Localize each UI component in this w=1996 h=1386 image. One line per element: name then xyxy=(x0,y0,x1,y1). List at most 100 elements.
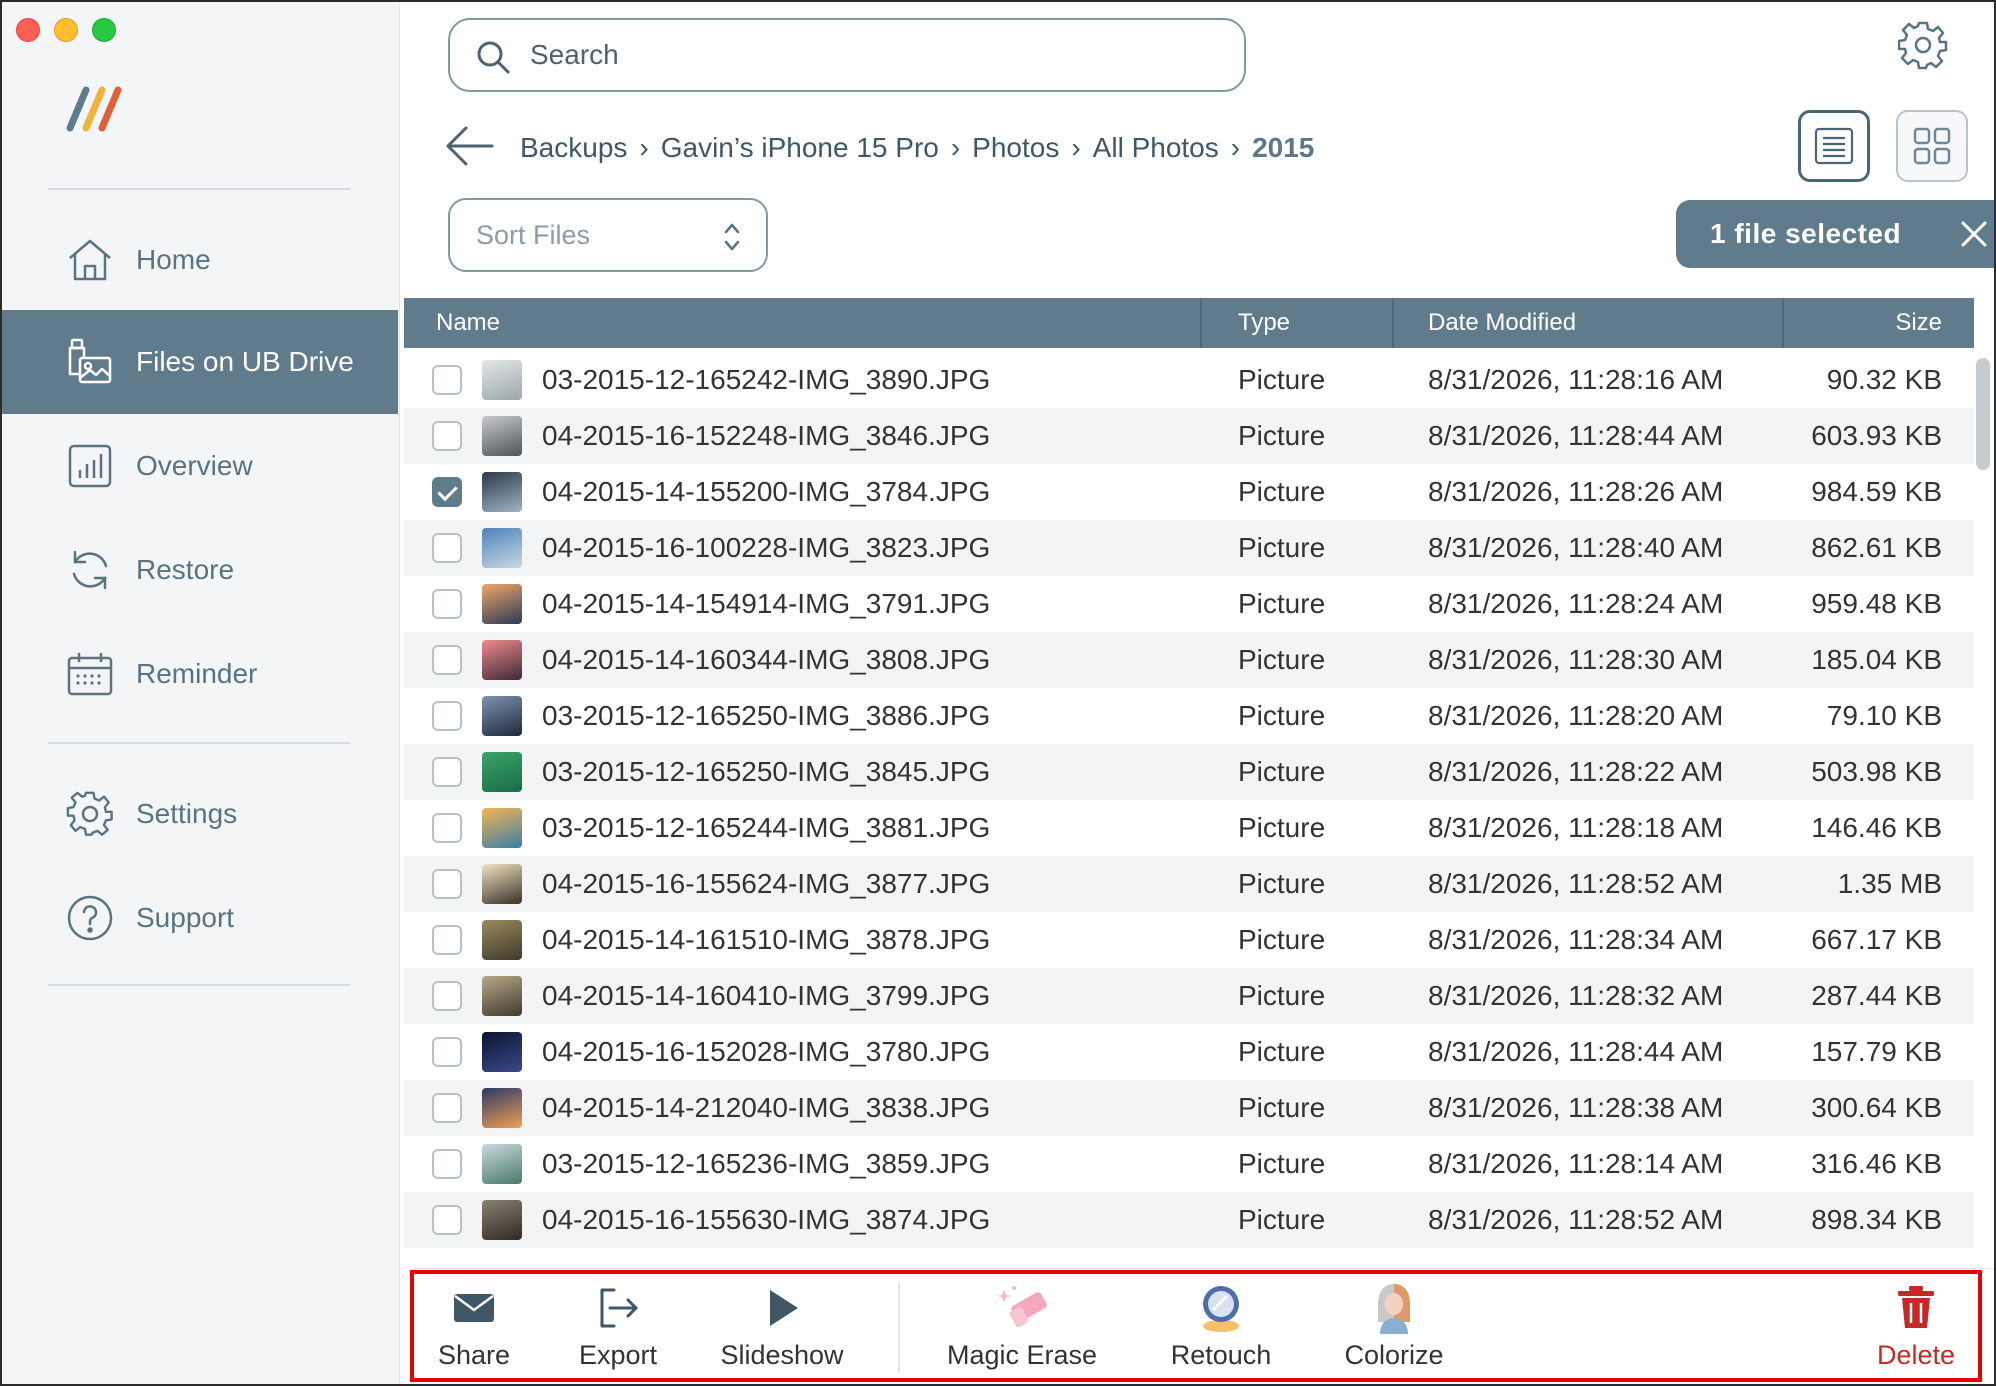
table-row[interactable]: 03-2015-12-165244-IMG_3881.JPG Picture 8/3… xyxy=(404,800,1974,856)
row-checkbox[interactable] xyxy=(432,1149,462,1179)
file-name: 04-2015-14-160410-IMG_3799.JPG xyxy=(542,980,991,1011)
window-controls xyxy=(16,18,116,42)
photo-thumbnail xyxy=(482,416,522,456)
row-checkbox[interactable] xyxy=(432,1205,462,1235)
file-type: Picture xyxy=(1238,1092,1326,1123)
file-name: 03-2015-12-165250-IMG_3886.JPG xyxy=(542,700,991,731)
share-label: Share xyxy=(437,1340,511,1370)
row-checkbox[interactable] xyxy=(432,981,462,1011)
file-size: 79.10 KB xyxy=(1826,700,1942,731)
breadcrumb-item-all-photos[interactable]: All Photos xyxy=(1093,132,1219,164)
table-row[interactable]: 04-2015-16-152248-IMG_3846.JPG Picture 8/3… xyxy=(404,408,1974,464)
clear-selection-close-icon[interactable] xyxy=(1960,220,1988,248)
sidebar-item-support[interactable]: Support xyxy=(2,866,398,970)
export-button[interactable]: Export xyxy=(570,1274,666,1378)
sidebar-item-settings[interactable]: Settings xyxy=(2,762,398,866)
sidebar-item-files-on-ub-drive[interactable]: Files on UB Drive xyxy=(2,310,398,414)
delete-label: Delete xyxy=(1876,1340,1956,1370)
list-icon xyxy=(1814,127,1854,165)
table-row[interactable]: 04-2015-16-152028-IMG_3780.JPG Picture 8/3… xyxy=(404,1024,1974,1080)
file-date-modified: 8/31/2026, 11:28:44 AM xyxy=(1428,1036,1724,1067)
photo-thumbnail xyxy=(482,1032,522,1072)
file-date-modified: 8/31/2026, 11:28:30 AM xyxy=(1428,644,1724,675)
colorize-label: Colorize xyxy=(1344,1340,1444,1370)
slideshow-button[interactable]: Slideshow xyxy=(714,1274,850,1378)
table-row[interactable]: 04-2015-16-100228-IMG_3823.JPG Picture 8/3… xyxy=(404,520,1974,576)
row-checkbox[interactable] xyxy=(432,421,462,451)
file-type: Picture xyxy=(1238,812,1326,843)
sidebar-item-overview[interactable]: Overview xyxy=(2,414,398,518)
drive-photos-icon xyxy=(68,338,112,384)
row-checkbox[interactable] xyxy=(432,477,462,507)
file-date-modified: 8/31/2026, 11:28:20 AM xyxy=(1428,700,1724,731)
close-window-button[interactable] xyxy=(16,18,40,42)
table-row[interactable]: 04-2015-16-155624-IMG_3877.JPG Picture 8/3… xyxy=(404,856,1974,912)
search-box[interactable] xyxy=(448,18,1246,92)
delete-button[interactable]: Delete xyxy=(1870,1274,1962,1378)
file-type: Picture xyxy=(1238,364,1326,395)
row-checkbox[interactable] xyxy=(432,701,462,731)
column-header-type[interactable]: Type xyxy=(1238,298,1290,348)
breadcrumb-item-photos[interactable]: Photos xyxy=(972,132,1059,164)
settings-gear-icon[interactable] xyxy=(1898,20,1948,70)
table-row[interactable]: 04-2015-14-160410-IMG_3799.JPG Picture 8/3… xyxy=(404,968,1974,1024)
search-input[interactable] xyxy=(530,39,1244,71)
photo-thumbnail xyxy=(482,1200,522,1240)
row-checkbox[interactable] xyxy=(432,365,462,395)
zoom-window-button[interactable] xyxy=(92,18,116,42)
table-row[interactable]: 03-2015-12-165250-IMG_3845.JPG Picture 8/3… xyxy=(404,744,1974,800)
colorize-button[interactable]: Colorize xyxy=(1336,1274,1452,1378)
chevron-up-down-icon xyxy=(724,223,740,251)
share-button[interactable]: Share xyxy=(432,1274,516,1378)
column-header-name[interactable]: Name xyxy=(436,298,500,348)
list-view-button[interactable] xyxy=(1798,110,1870,182)
file-size: 898.34 KB xyxy=(1811,1204,1942,1235)
table-row[interactable]: 03-2015-12-165236-IMG_3859.JPG Picture 8/3… xyxy=(404,1136,1974,1192)
file-date-modified: 8/31/2026, 11:28:18 AM xyxy=(1428,812,1724,843)
row-checkbox[interactable] xyxy=(432,757,462,787)
column-header-date-modified[interactable]: Date Modified xyxy=(1428,298,1576,348)
row-checkbox[interactable] xyxy=(432,1093,462,1123)
magic-erase-button[interactable]: Magic Erase xyxy=(940,1274,1104,1378)
app-logo xyxy=(66,86,122,132)
table-row[interactable]: 03-2015-12-165242-IMG_3890.JPG Picture 8/3… xyxy=(404,352,1974,408)
trash-icon xyxy=(1898,1286,1934,1328)
table-scrollbar-thumb[interactable] xyxy=(1976,358,1990,470)
row-checkbox[interactable] xyxy=(432,533,462,563)
row-checkbox[interactable] xyxy=(432,925,462,955)
row-checkbox[interactable] xyxy=(432,1037,462,1067)
gear-icon xyxy=(66,791,113,836)
table-row[interactable]: 03-2015-12-165250-IMG_3886.JPG Picture 8/3… xyxy=(404,688,1974,744)
file-name: 04-2015-16-155630-IMG_3874.JPG xyxy=(542,1204,991,1235)
table-row[interactable]: 04-2015-16-155630-IMG_3874.JPG Picture 8/3… xyxy=(404,1192,1974,1248)
file-name: 04-2015-16-100228-IMG_3823.JPG xyxy=(542,532,991,563)
main-panel: Backups › Gavin’s iPhone 15 Pro › Photos… xyxy=(400,2,1994,1384)
back-arrow-icon[interactable] xyxy=(444,124,496,168)
minimize-window-button[interactable] xyxy=(54,18,78,42)
breadcrumb-item-backups[interactable]: Backups xyxy=(520,132,627,164)
table-row[interactable]: 04-2015-14-161510-IMG_3878.JPG Picture 8/3… xyxy=(404,912,1974,968)
table-row[interactable]: 04-2015-14-212040-IMG_3838.JPG Picture 8/3… xyxy=(404,1080,1974,1136)
file-date-modified: 8/31/2026, 11:28:26 AM xyxy=(1428,476,1724,507)
sort-files-select[interactable]: Sort Files xyxy=(448,198,768,272)
retouch-button[interactable]: Retouch xyxy=(1166,1274,1276,1378)
sidebar-item-restore[interactable]: Restore xyxy=(2,518,398,622)
column-header-size[interactable]: Size xyxy=(1895,298,1942,348)
sidebar-item-label: Restore xyxy=(136,554,235,585)
sidebar-item-reminder[interactable]: Reminder xyxy=(2,622,398,726)
sidebar-item-home[interactable]: Home xyxy=(2,208,398,312)
row-checkbox[interactable] xyxy=(432,869,462,899)
search-icon xyxy=(477,41,510,74)
grid-view-button[interactable] xyxy=(1896,110,1968,182)
table-row[interactable]: 04-2015-14-155200-IMG_3784.JPG Picture 8/3… xyxy=(404,464,1974,520)
breadcrumb-item-device[interactable]: Gavin’s iPhone 15 Pro xyxy=(661,132,939,164)
row-checkbox[interactable] xyxy=(432,645,462,675)
row-checkbox[interactable] xyxy=(432,813,462,843)
table-row[interactable]: 04-2015-14-160344-IMG_3808.JPG Picture 8/3… xyxy=(404,632,1974,688)
breadcrumb-chevron-icon: › xyxy=(639,132,649,163)
file-date-modified: 8/31/2026, 11:28:40 AM xyxy=(1428,532,1724,563)
table-row[interactable]: 04-2015-14-154914-IMG_3791.JPG Picture 8/3… xyxy=(404,576,1974,632)
row-checkbox[interactable] xyxy=(432,589,462,619)
file-size: 503.98 KB xyxy=(1811,756,1942,787)
column-divider xyxy=(1782,298,1784,348)
